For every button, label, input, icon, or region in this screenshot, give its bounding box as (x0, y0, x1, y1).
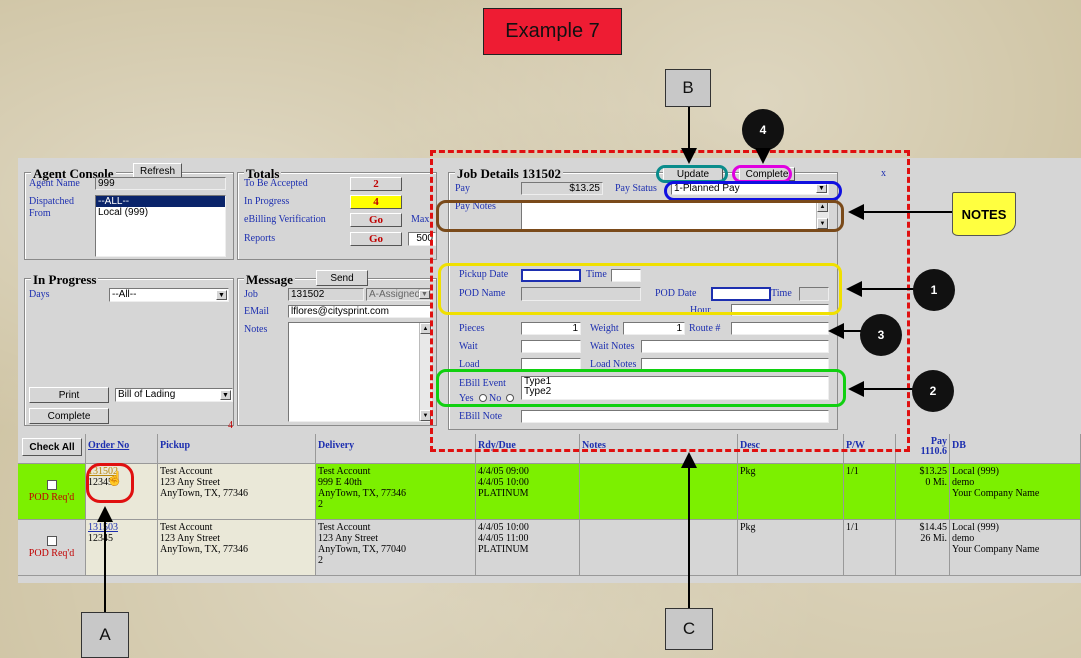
callout-notes: NOTES (952, 192, 1016, 236)
callout-a: A (81, 612, 129, 658)
callout-3: 3 (860, 314, 902, 356)
annotation-arrows (97, 107, 952, 612)
callout-c: C (665, 608, 713, 650)
callout-2: 2 (912, 370, 954, 412)
callout-1: 1 (913, 269, 955, 311)
